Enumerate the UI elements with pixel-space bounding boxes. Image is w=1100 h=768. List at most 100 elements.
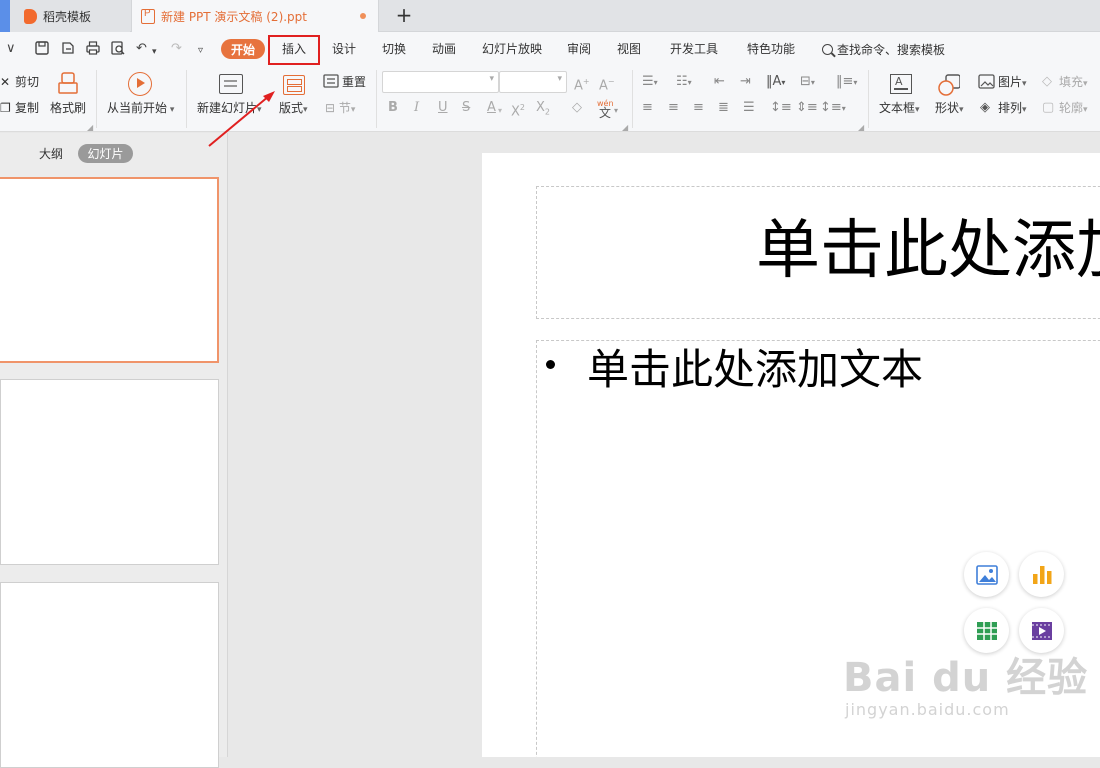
bold-icon[interactable]: B <box>388 100 398 116</box>
more-dropdown-icon[interactable]: ▿ <box>198 43 203 59</box>
play-from-current-label: 从当前开始 <box>107 101 168 115</box>
tab-daoke-templates[interactable]: 稻壳模板 <box>10 0 130 32</box>
font-expand-corner-icon[interactable]: ◢ <box>622 120 628 136</box>
picture-button[interactable]: 图片▾ <box>998 74 1027 92</box>
align-left-icon[interactable]: ≡ <box>642 100 653 116</box>
bullet-icon <box>546 360 555 369</box>
format-painter-icon <box>58 72 78 94</box>
tab-outline[interactable]: 大纲 <box>39 145 63 162</box>
subscript-icon[interactable]: X2 <box>536 100 550 121</box>
shape-icon <box>938 74 960 96</box>
decrease-font-icon[interactable]: A− <box>599 74 615 94</box>
bullet-list-icon[interactable]: ☰▾ <box>642 74 658 91</box>
menu-home[interactable]: 开始 <box>221 39 265 59</box>
textbox-button[interactable]: 文本框▾ <box>879 100 920 118</box>
font-size-select[interactable] <box>499 71 567 93</box>
underline-icon[interactable]: U <box>438 100 448 116</box>
section-button[interactable]: ⊟ 节▾ <box>325 100 355 118</box>
distribute-icon[interactable]: ☰ <box>743 100 755 116</box>
daoke-logo-icon <box>24 8 37 24</box>
menu-transition[interactable]: 切换 <box>382 41 406 57</box>
undo-dropdown-icon[interactable]: ▾ <box>152 44 157 60</box>
align-right-icon[interactable]: ≡ <box>693 100 704 116</box>
ppt-file-icon <box>141 8 155 24</box>
undo-icon[interactable]: ↶ <box>136 41 147 57</box>
new-tab-button[interactable]: + <box>393 2 415 28</box>
arrange-button[interactable]: 排列▾ <box>998 100 1027 118</box>
menu-insert[interactable]: 插入 <box>282 41 306 57</box>
menu-special-features[interactable]: 特色功能 <box>747 41 795 57</box>
menu-view[interactable]: 视图 <box>617 41 641 57</box>
separator <box>186 70 187 128</box>
insert-picture-button[interactable] <box>964 552 1009 597</box>
picture-icon <box>978 74 995 89</box>
copy-button[interactable]: 复制 <box>15 100 39 116</box>
redo-icon[interactable]: ↷ <box>171 41 182 57</box>
watermark-sub-text: jingyan.baidu.com <box>845 700 1010 719</box>
slide-thumbnail-2[interactable] <box>0 379 219 565</box>
body-placeholder-text: 单击此处添加文本 <box>587 345 924 394</box>
slide-thumbnail-1[interactable] <box>0 177 219 363</box>
reset-icon <box>323 74 339 88</box>
font-color-dropdown-icon[interactable]: ▾ <box>498 103 502 119</box>
font-name-select[interactable] <box>382 71 499 93</box>
shape-label: 形状 <box>935 101 960 115</box>
save-icon[interactable] <box>34 40 50 56</box>
menu-design[interactable]: 设计 <box>332 41 356 57</box>
separator <box>632 70 633 128</box>
red-arrow-annotation <box>208 91 275 147</box>
baidu-jingyan-watermark: Bai du 经验 jingyan.baidu.com <box>843 656 1088 720</box>
paragraph-expand-corner-icon[interactable]: ◢ <box>858 120 864 136</box>
insert-chart-button[interactable] <box>1019 552 1064 597</box>
strikethrough-icon[interactable]: S <box>462 100 470 116</box>
align-text-icon[interactable]: ⊟▾ <box>800 74 815 91</box>
scissors-icon: ✕ <box>0 75 11 89</box>
align-center-icon[interactable]: ≡ <box>668 100 679 116</box>
menu-developer[interactable]: 开发工具 <box>670 41 718 57</box>
font-color-icon[interactable]: A <box>487 100 496 116</box>
paragraph-spacing-icon[interactable]: ⇕≡ <box>796 100 818 116</box>
tab-edge <box>0 0 10 32</box>
menu-animation[interactable]: 动画 <box>432 41 456 57</box>
pinyin-dropdown-icon[interactable]: ▾ <box>614 103 618 119</box>
superscript-icon[interactable]: X2 <box>511 100 525 120</box>
spacing-options-icon[interactable]: ↕≡▾ <box>820 100 846 117</box>
fill-button[interactable]: 填充▾ <box>1059 74 1088 92</box>
search-icon <box>822 44 833 55</box>
text-direction-icon[interactable]: ‖A▾ <box>766 74 785 91</box>
play-from-current-button[interactable]: 从当前开始 ▾ <box>107 100 174 118</box>
outline-button[interactable]: 轮廓▾ <box>1059 100 1088 118</box>
title-placeholder-text: 单击此处添加标题 <box>756 214 1100 288</box>
shape-button[interactable]: 形状▾ <box>935 100 964 118</box>
pinyin-guide-button[interactable]: 文 <box>599 105 611 121</box>
insert-table-button[interactable] <box>964 608 1009 653</box>
justify-icon[interactable]: ≣ <box>718 100 729 116</box>
layout-button[interactable]: 版式▾ <box>279 100 308 118</box>
output-icon[interactable] <box>60 40 76 56</box>
slide-thumbnail-3[interactable] <box>0 582 219 768</box>
print-preview-icon[interactable] <box>110 40 126 56</box>
italic-icon[interactable]: I <box>414 100 419 116</box>
decrease-indent-icon[interactable]: ⇤ <box>714 74 725 90</box>
reset-button[interactable]: 重置 <box>342 74 366 90</box>
picture-icon <box>975 564 998 585</box>
columns-icon[interactable]: ‖≡▾ <box>836 74 857 91</box>
tab-slides[interactable]: 幻灯片 <box>78 144 133 163</box>
cut-button[interactable]: 剪切 <box>15 74 39 90</box>
numbered-list-icon[interactable]: ☷▾ <box>676 74 692 91</box>
unsaved-dot-icon[interactable] <box>360 13 366 19</box>
menu-slideshow[interactable]: 幻灯片放映 <box>482 41 542 57</box>
search-label: 查找命令、搜索模板 <box>837 43 946 57</box>
menu-review[interactable]: 审阅 <box>567 41 591 57</box>
chevron-down-icon[interactable]: ∨ <box>6 41 16 57</box>
textbox-icon: A <box>890 74 912 94</box>
tab-ppt-document[interactable]: 新建 PPT 演示文稿 (2).ppt <box>131 0 379 32</box>
increase-font-icon[interactable]: A+ <box>574 74 590 94</box>
print-icon[interactable] <box>85 40 101 56</box>
command-search[interactable]: 查找命令、搜索模板 <box>822 41 945 58</box>
insert-video-button[interactable] <box>1019 608 1064 653</box>
increase-indent-icon[interactable]: ⇥ <box>740 74 751 90</box>
line-spacing-icon[interactable]: ↕≡ <box>770 100 792 116</box>
format-painter-button[interactable]: 格式刷 <box>50 100 86 116</box>
clear-format-icon[interactable]: ◇ <box>572 100 582 116</box>
